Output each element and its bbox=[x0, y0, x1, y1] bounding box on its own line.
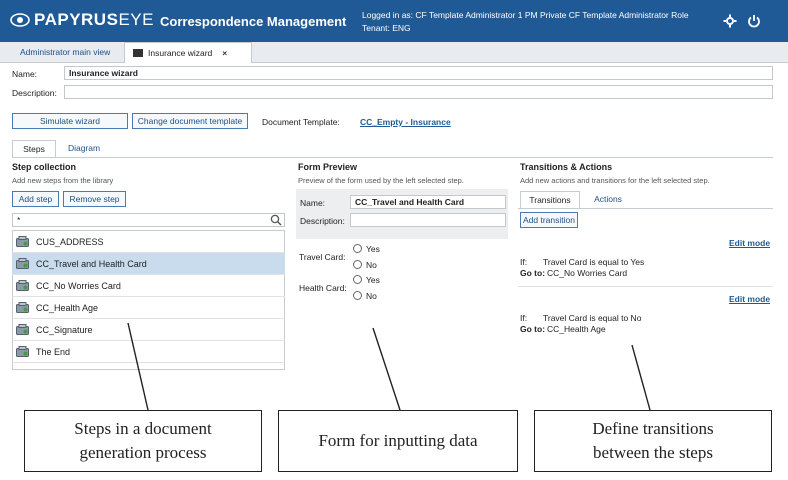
callout-lines bbox=[127, 322, 651, 411]
callout-text: Define transitions bbox=[592, 419, 714, 438]
callout-line-form bbox=[372, 327, 401, 411]
callout-line-steps bbox=[127, 322, 149, 411]
callout-line-transitions bbox=[631, 344, 651, 411]
callout-form: Form for inputting data bbox=[278, 410, 518, 472]
callout-text: Steps in a document bbox=[74, 419, 212, 438]
callout-steps: Steps in a document generation process bbox=[24, 410, 262, 472]
callout-transitions: Define transitions between the steps bbox=[534, 410, 772, 472]
callout-text: Form for inputting data bbox=[318, 431, 478, 450]
callout-text: between the steps bbox=[593, 443, 713, 462]
callout-text: generation process bbox=[79, 443, 207, 462]
